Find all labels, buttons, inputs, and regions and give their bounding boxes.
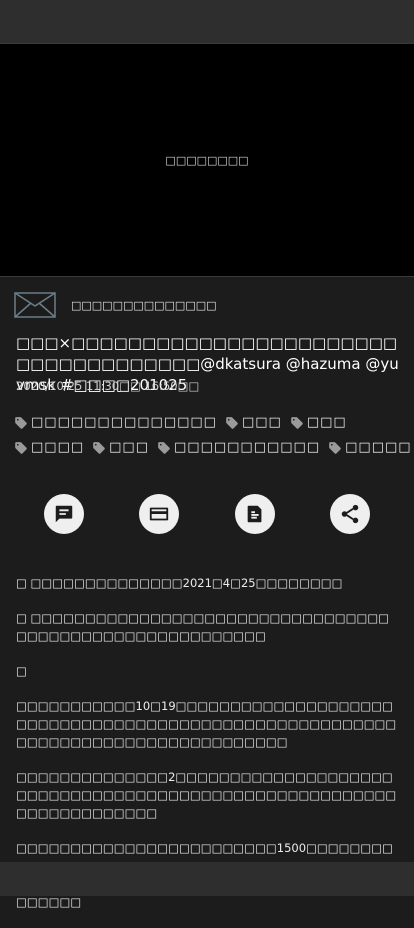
- bottom-bar: [0, 862, 414, 896]
- tag-icon: [15, 441, 27, 454]
- video-player[interactable]: □□□□□□□□: [0, 44, 414, 277]
- tag-icon: [290, 416, 303, 429]
- tag-item[interactable]: □□□: [225, 415, 282, 430]
- channel-row[interactable]: □□□□□□□□□□□□□□: [14, 291, 404, 319]
- tag-label: □□□□: [31, 440, 85, 455]
- tag-item[interactable]: □□□: [92, 440, 149, 455]
- action-bar: [0, 494, 414, 534]
- broadcast-datetime: 2020/10/25 11:30□□ 16:50□□: [16, 379, 200, 393]
- tag-label: □□□: [306, 415, 347, 430]
- channel-name: □□□□□□□□□□□□□□: [71, 298, 217, 312]
- tag-label: □□□□□□□□□□□□□□: [31, 415, 217, 430]
- description-paragraph: □: [16, 664, 27, 678]
- card-icon: [149, 507, 169, 521]
- tag-item[interactable]: □□□: [290, 415, 347, 430]
- tag-row: □□□□□□□□□□□□□□ □□□ □□□: [14, 410, 406, 435]
- tag-item[interactable]: □□□□□: [328, 440, 411, 455]
- top-bar: [0, 0, 414, 44]
- tag-list: □□□□□□□□□□□□□□ □□□ □□□ □□□□ □□□ □□□□□□□□□□□ □□…: [14, 410, 411, 460]
- tag-icon: [329, 441, 341, 454]
- tag-label: □□□: [109, 440, 149, 455]
- tag-icon: [15, 416, 27, 429]
- video-placeholder-text: □□□□□□□□: [165, 153, 249, 167]
- tag-label: □□□: [241, 415, 282, 430]
- tag-label: □□□□□□□□□□□: [174, 440, 321, 455]
- comment-icon: [55, 505, 73, 523]
- share-icon: [341, 504, 359, 524]
- description-paragraph: □ □□□□□□□□□□□□□□2021□4□25□□□□□□□□: [16, 576, 343, 590]
- tag-icon: [158, 441, 170, 454]
- tag-row: □□□□ □□□ □□□□□□□□□□□ □□□□□: [14, 435, 411, 460]
- tag-item[interactable]: □□□□□□□□□□□: [157, 440, 320, 455]
- comment-button[interactable]: [44, 494, 84, 534]
- tag-item[interactable]: □□□□: [14, 440, 84, 455]
- tag-icon: [93, 441, 105, 454]
- description-paragraph: □□□□□□□□□□□10□19□□□□□□□□□□□□□□□□□□□□□□□□…: [16, 699, 397, 749]
- payment-button[interactable]: [139, 494, 179, 534]
- tag-icon: [226, 416, 238, 429]
- document-button[interactable]: [235, 494, 275, 534]
- description-paragraph: □ □□□□□□□□□□□□□□□□□□□□□□□□□□□□□□□□□□□□□□…: [16, 611, 390, 643]
- share-button[interactable]: [330, 494, 370, 534]
- tag-label: □□□□□: [345, 440, 412, 455]
- tag-item[interactable]: □□□□□□□□□□□□□□: [14, 415, 217, 430]
- description-paragraph: □□□□□□□□□□□□□□2□□□□□□□□□□□□□□□□□□□□□□□□□…: [16, 770, 397, 820]
- channel-thumbnail-icon: [14, 292, 56, 318]
- document-icon: [247, 505, 262, 523]
